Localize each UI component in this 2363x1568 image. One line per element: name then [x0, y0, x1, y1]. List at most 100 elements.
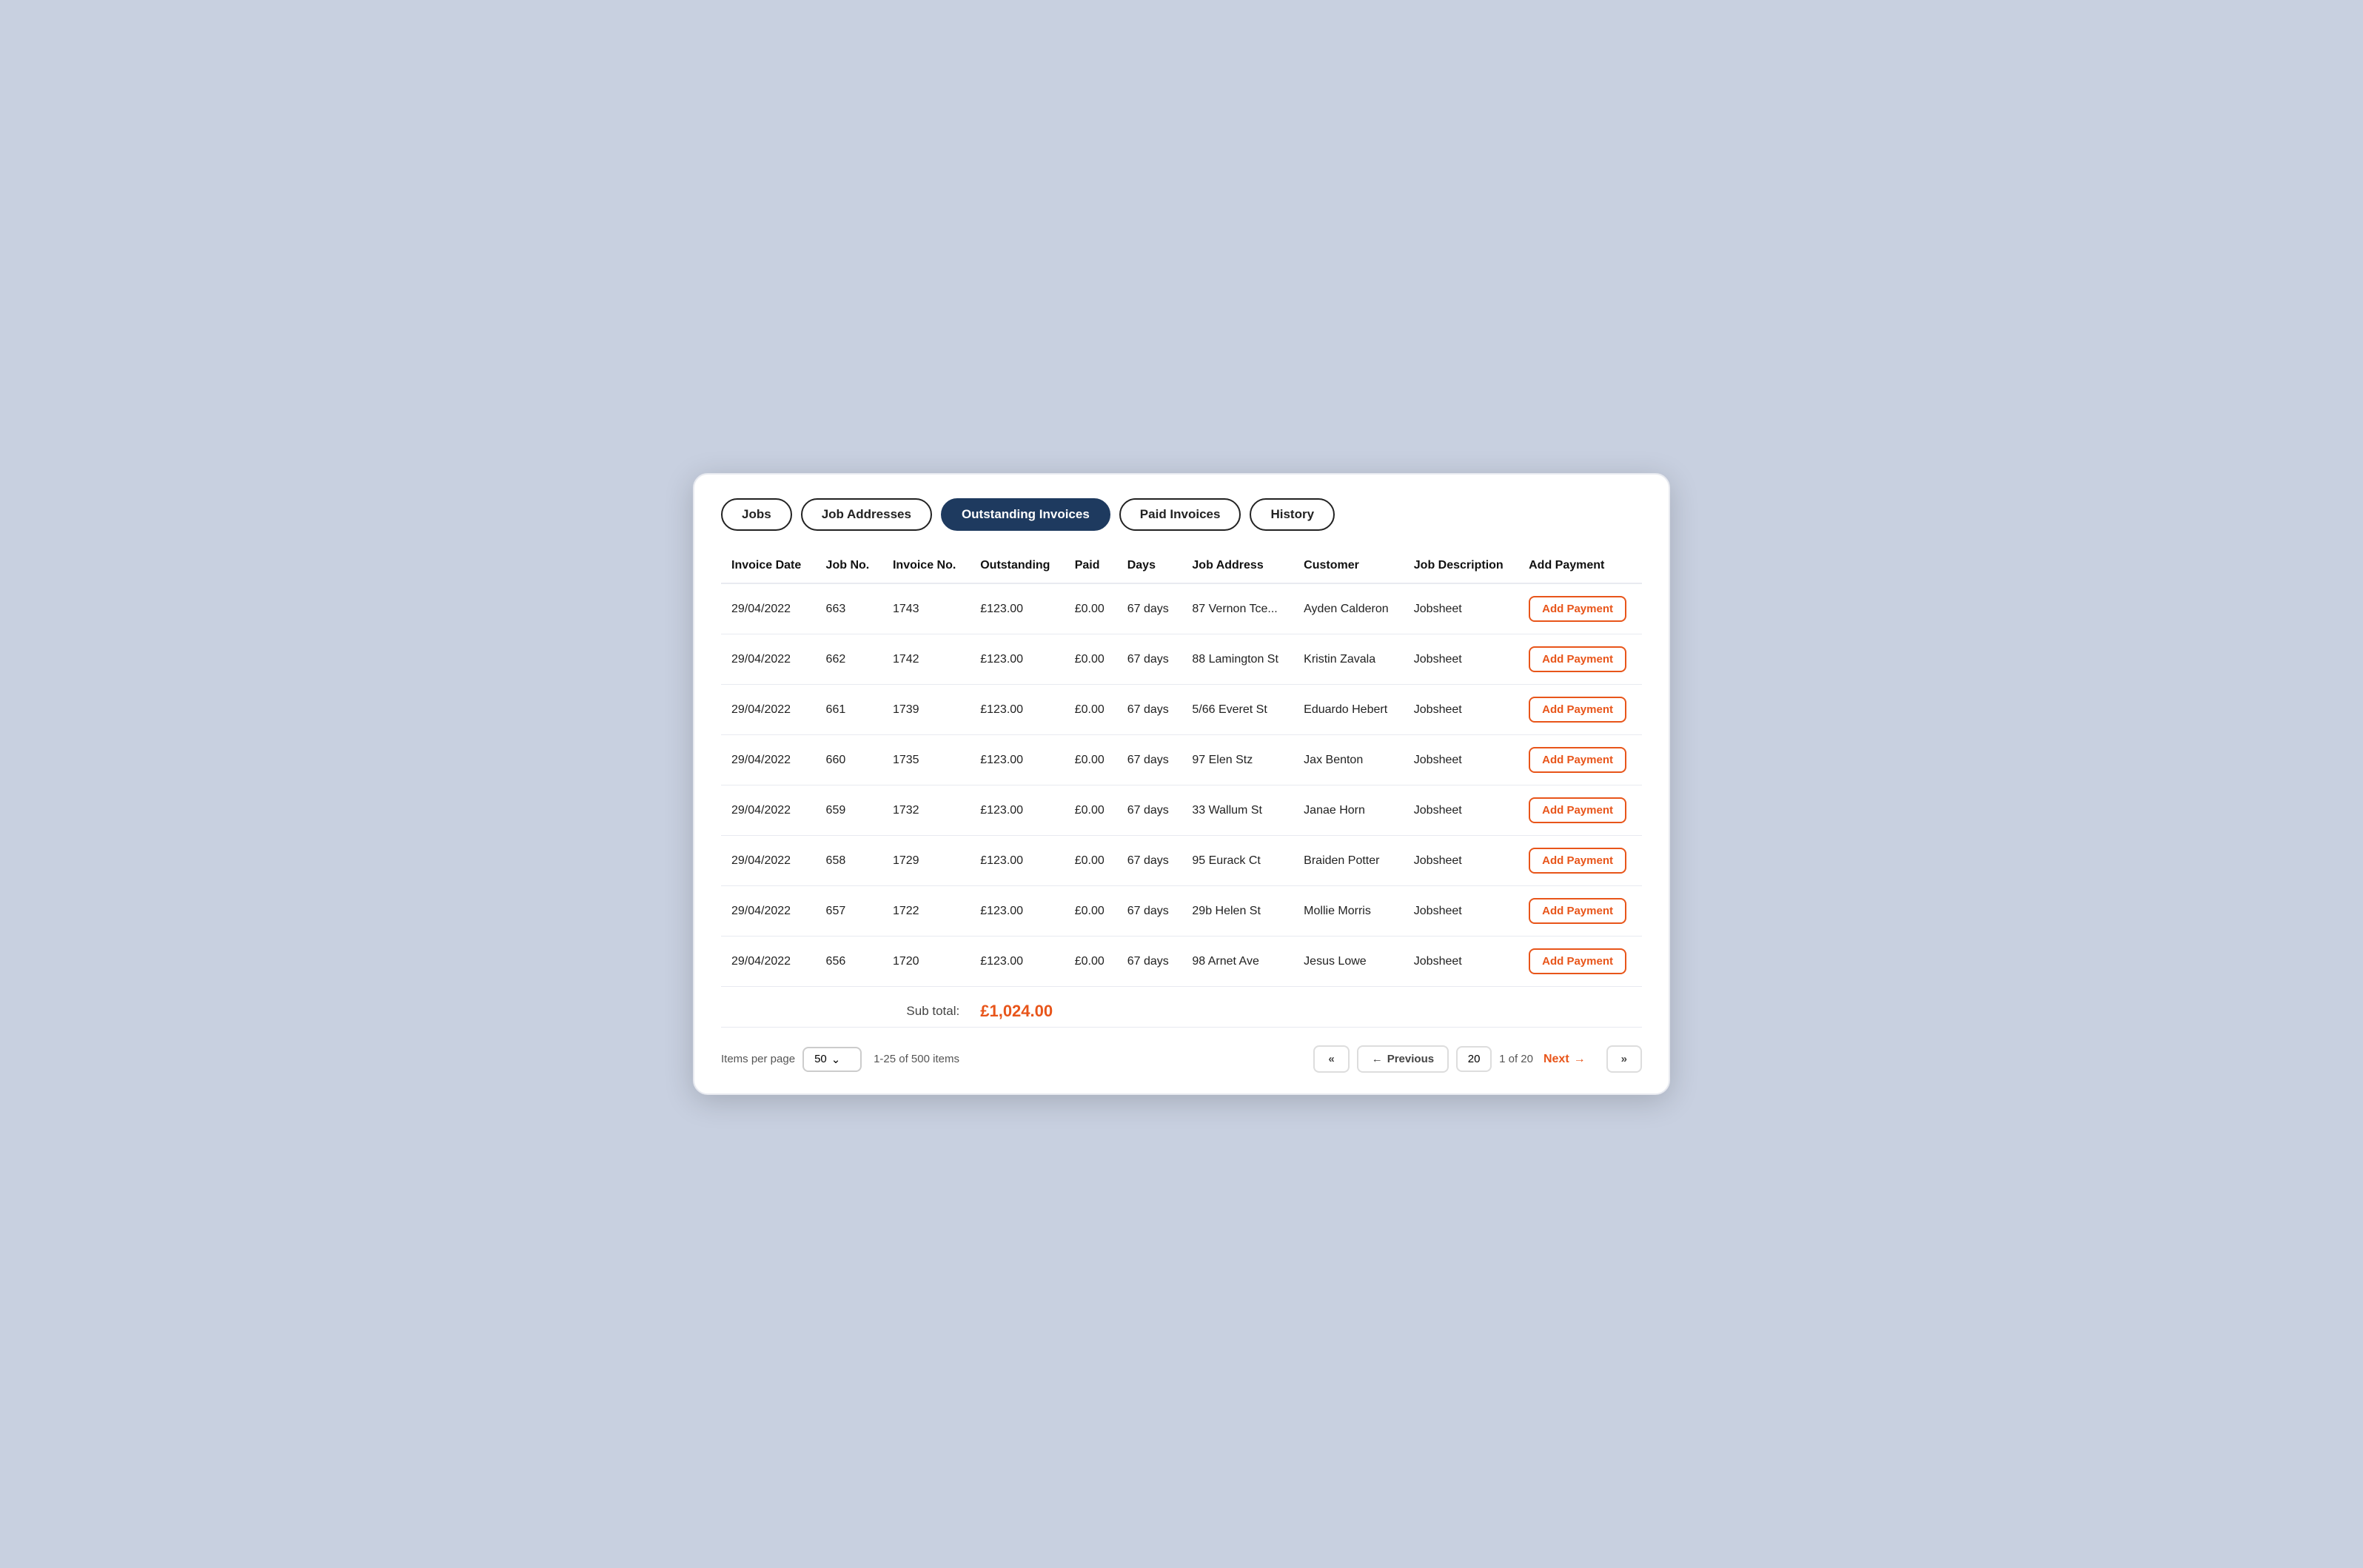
cell-outstanding: £123.00 — [970, 583, 1065, 634]
cell-job-description: Jobsheet — [1404, 735, 1518, 785]
cell-invoice-no: 1722 — [882, 886, 970, 937]
items-per-page-value: 50 — [814, 1053, 827, 1065]
next-label: Next — [1544, 1053, 1569, 1066]
tab-job-addresses[interactable]: Job Addresses — [801, 498, 932, 531]
cell-paid: £0.00 — [1065, 685, 1117, 735]
add-payment-button[interactable]: Add Payment — [1529, 747, 1626, 773]
cell-days: 67 days — [1117, 886, 1182, 937]
cell-paid: £0.00 — [1065, 735, 1117, 785]
cell-job-description: Jobsheet — [1404, 634, 1518, 685]
col-header-job-no: Job No. — [816, 552, 882, 583]
cell-job-address: 95 Eurack Ct — [1182, 836, 1293, 886]
cell-paid: £0.00 — [1065, 583, 1117, 634]
cell-job-address: 98 Arnet Ave — [1182, 937, 1293, 987]
cell-days: 67 days — [1117, 685, 1182, 735]
cell-outstanding: £123.00 — [970, 685, 1065, 735]
col-header-outstanding: Outstanding — [970, 552, 1065, 583]
cell-job-no: 659 — [816, 785, 882, 836]
add-payment-button[interactable]: Add Payment — [1529, 848, 1626, 874]
cell-add-payment: Add Payment — [1518, 583, 1642, 634]
first-icon: « — [1328, 1053, 1334, 1065]
add-payment-button[interactable]: Add Payment — [1529, 697, 1626, 723]
cell-outstanding: £123.00 — [970, 735, 1065, 785]
previous-page-button[interactable]: ← Previous — [1357, 1045, 1449, 1073]
invoice-table-wrap: Invoice Date Job No. Invoice No. Outstan… — [721, 552, 1642, 1028]
tab-outstanding-invoices[interactable]: Outstanding Invoices — [941, 498, 1110, 531]
subtotal-row: Sub total: £1,024.00 — [721, 987, 1642, 1028]
col-header-days: Days — [1117, 552, 1182, 583]
subtotal-label: Sub total: — [721, 987, 970, 1028]
cell-days: 67 days — [1117, 583, 1182, 634]
cell-job-address: 5/66 Everet St — [1182, 685, 1293, 735]
cell-invoice-no: 1743 — [882, 583, 970, 634]
cell-invoice-date: 29/04/2022 — [721, 785, 816, 836]
add-payment-button[interactable]: Add Payment — [1529, 898, 1626, 924]
col-header-paid: Paid — [1065, 552, 1117, 583]
cell-job-no: 657 — [816, 886, 882, 937]
table-row: 29/04/2022 657 1722 £123.00 £0.00 67 day… — [721, 886, 1642, 937]
cell-invoice-date: 29/04/2022 — [721, 836, 816, 886]
cell-outstanding: £123.00 — [970, 937, 1065, 987]
cell-invoice-no: 1729 — [882, 836, 970, 886]
tab-jobs[interactable]: Jobs — [721, 498, 792, 531]
cell-invoice-date: 29/04/2022 — [721, 583, 816, 634]
cell-invoice-no: 1739 — [882, 685, 970, 735]
cell-job-address: 88 Lamington St — [1182, 634, 1293, 685]
cell-outstanding: £123.00 — [970, 886, 1065, 937]
col-header-invoice-date: Invoice Date — [721, 552, 816, 583]
add-payment-button[interactable]: Add Payment — [1529, 646, 1626, 672]
cell-job-description: Jobsheet — [1404, 937, 1518, 987]
cell-invoice-date: 29/04/2022 — [721, 685, 816, 735]
cell-add-payment: Add Payment — [1518, 735, 1642, 785]
cell-days: 67 days — [1117, 937, 1182, 987]
cell-paid: £0.00 — [1065, 785, 1117, 836]
cell-days: 67 days — [1117, 836, 1182, 886]
cell-job-address: 33 Wallum St — [1182, 785, 1293, 836]
cell-customer: Ayden Calderon — [1293, 583, 1404, 634]
cell-job-no: 660 — [816, 735, 882, 785]
next-arrow-icon: → — [1574, 1053, 1586, 1066]
items-per-page-select[interactable]: 50 ⌄ — [802, 1047, 862, 1072]
pagination-bar: Items per page 50 ⌄ 1-25 of 500 items « … — [721, 1045, 1642, 1073]
cell-outstanding: £123.00 — [970, 836, 1065, 886]
cell-paid: £0.00 — [1065, 634, 1117, 685]
cell-invoice-no: 1742 — [882, 634, 970, 685]
cell-job-no: 662 — [816, 634, 882, 685]
table-row: 29/04/2022 658 1729 £123.00 £0.00 67 day… — [721, 836, 1642, 886]
invoice-table: Invoice Date Job No. Invoice No. Outstan… — [721, 552, 1642, 1028]
cell-paid: £0.00 — [1065, 937, 1117, 987]
tab-history[interactable]: History — [1250, 498, 1335, 531]
tab-paid-invoices[interactable]: Paid Invoices — [1119, 498, 1241, 531]
items-range-text: 1-25 of 500 items — [874, 1053, 959, 1065]
table-row: 29/04/2022 656 1720 £123.00 £0.00 67 day… — [721, 937, 1642, 987]
cell-customer: Braiden Potter — [1293, 836, 1404, 886]
cell-days: 67 days — [1117, 785, 1182, 836]
cell-job-no: 658 — [816, 836, 882, 886]
cell-add-payment: Add Payment — [1518, 937, 1642, 987]
table-row: 29/04/2022 661 1739 £123.00 £0.00 67 day… — [721, 685, 1642, 735]
cell-days: 67 days — [1117, 735, 1182, 785]
cell-job-no: 656 — [816, 937, 882, 987]
cell-customer: Eduardo Hebert — [1293, 685, 1404, 735]
cell-outstanding: £123.00 — [970, 634, 1065, 685]
col-header-customer: Customer — [1293, 552, 1404, 583]
add-payment-button[interactable]: Add Payment — [1529, 596, 1626, 622]
cell-job-description: Jobsheet — [1404, 685, 1518, 735]
col-header-job-address: Job Address — [1182, 552, 1293, 583]
cell-invoice-no: 1735 — [882, 735, 970, 785]
page-number-input[interactable] — [1456, 1046, 1492, 1072]
cell-add-payment: Add Payment — [1518, 634, 1642, 685]
cell-invoice-date: 29/04/2022 — [721, 634, 816, 685]
cell-customer: Mollie Morris — [1293, 886, 1404, 937]
first-page-button[interactable]: « — [1313, 1045, 1349, 1073]
next-page-button[interactable]: Next → — [1541, 1047, 1599, 1072]
last-page-button[interactable]: » — [1606, 1045, 1642, 1073]
cell-add-payment: Add Payment — [1518, 685, 1642, 735]
add-payment-button[interactable]: Add Payment — [1529, 948, 1626, 974]
table-row: 29/04/2022 660 1735 £123.00 £0.00 67 day… — [721, 735, 1642, 785]
col-header-invoice-no: Invoice No. — [882, 552, 970, 583]
cell-customer: Jax Benton — [1293, 735, 1404, 785]
cell-paid: £0.00 — [1065, 836, 1117, 886]
add-payment-button[interactable]: Add Payment — [1529, 797, 1626, 823]
cell-invoice-no: 1732 — [882, 785, 970, 836]
